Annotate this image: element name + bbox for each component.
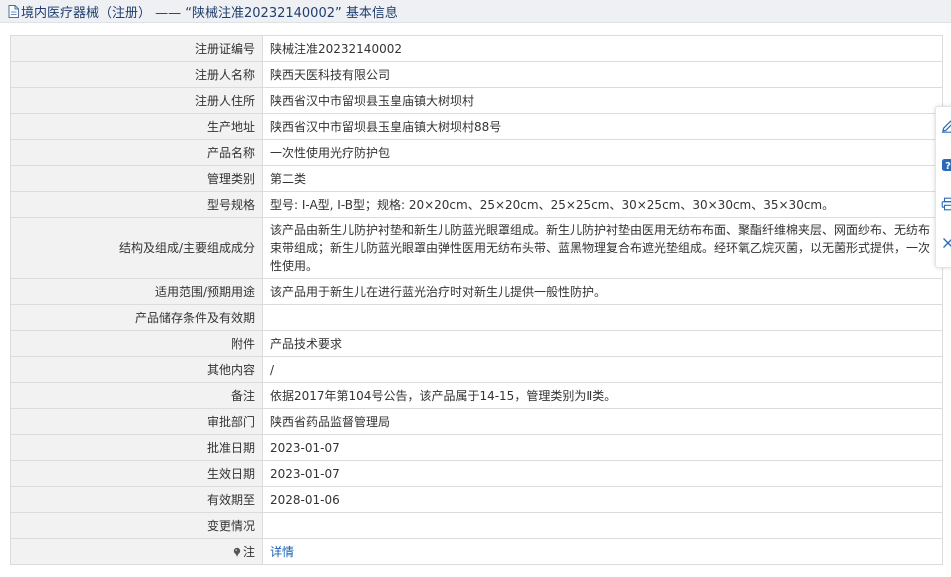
row-value-management-category: 第二类	[262, 165, 943, 192]
row-label-registrant-address: 注册人住所	[10, 87, 263, 114]
row-value-attachment: 产品技术要求	[262, 330, 943, 357]
table-row: 备注 依据2017年第104号公告，该产品属于14-15，管理类别为Ⅱ类。	[10, 382, 943, 409]
svg-text:?: ?	[945, 161, 951, 172]
row-label-model-spec: 型号规格	[10, 191, 263, 218]
row-value-note: 详情	[262, 538, 943, 565]
table-row: 其他内容 /	[10, 356, 943, 383]
table-row: 变更情况	[10, 512, 943, 539]
row-value-registrant-address: 陕西省汉中市留坝县玉皇庙镇大树坝村	[262, 87, 943, 114]
row-value-storage-validity	[262, 304, 943, 331]
row-value-production-address: 陕西省汉中市留坝县玉皇庙镇大树坝村88号	[262, 113, 943, 140]
row-value-effective-date: 2023-01-07	[262, 460, 943, 487]
edit-icon[interactable]	[941, 119, 951, 133]
row-value-registrant-name: 陕西天医科技有限公司	[262, 61, 943, 88]
row-label-change-history: 变更情况	[10, 512, 263, 539]
table-row: 产品储存条件及有效期	[10, 304, 943, 331]
table-row: 产品名称 一次性使用光疗防护包	[10, 139, 943, 166]
table-row: 注册人名称 陕西天医科技有限公司	[10, 61, 943, 88]
details-link[interactable]: 详情	[270, 545, 294, 559]
page-title: 境内医疗器械（注册） —— “陕械注准20232140002” 基本信息	[21, 5, 398, 21]
row-label-production-address: 生产地址	[10, 113, 263, 140]
row-label-approval-date: 批准日期	[10, 434, 263, 461]
table-row: 批准日期 2023-01-07	[10, 434, 943, 461]
help-icon[interactable]: ?	[941, 158, 951, 172]
table-row: 型号规格 型号: Ⅰ-A型, Ⅰ-B型；规格: 20×20cm、25×20cm、…	[10, 191, 943, 218]
document-icon	[8, 4, 19, 18]
row-value-change-history	[262, 512, 943, 539]
note-label: 注	[242, 544, 255, 559]
row-value-intended-use: 该产品用于新生儿在进行蓝光治疗时对新生儿提供一般性防护。	[262, 278, 943, 305]
row-label-note: 注	[10, 538, 263, 565]
row-label-storage-validity: 产品储存条件及有效期	[10, 304, 263, 331]
table-row: 注 详情	[10, 538, 943, 565]
table-row: 附件 产品技术要求	[10, 330, 943, 357]
table-row: 有效期至 2028-01-06	[10, 486, 943, 513]
row-label-effective-date: 生效日期	[10, 460, 263, 487]
row-label-product-name: 产品名称	[10, 139, 263, 166]
row-value-model-spec: 型号: Ⅰ-A型, Ⅰ-B型；规格: 20×20cm、25×20cm、25×25…	[262, 191, 943, 218]
table-row: 结构及组成/主要组成成分 该产品由新生儿防护衬垫和新生儿防蓝光眼罩组成。新生儿防…	[10, 217, 943, 279]
page-header: 境内医疗器械（注册） —— “陕械注准20232140002” 基本信息	[0, 0, 951, 23]
row-value-structure-composition: 该产品由新生儿防护衬垫和新生儿防蓝光眼罩组成。新生儿防护衬垫由医用无纺布布面、聚…	[262, 217, 943, 279]
table-row: 审批部门 陕西省药品监督管理局	[10, 408, 943, 435]
row-value-remarks: 依据2017年第104号公告，该产品属于14-15，管理类别为Ⅱ类。	[262, 382, 943, 409]
row-label-management-category: 管理类别	[10, 165, 263, 192]
close-icon[interactable]	[941, 236, 951, 250]
row-label-registrant-name: 注册人名称	[10, 61, 263, 88]
row-value-product-name: 一次性使用光疗防护包	[262, 139, 943, 166]
side-toolbar: ?	[935, 106, 951, 268]
row-value-approval-date: 2023-01-07	[262, 434, 943, 461]
table-row: 生产地址 陕西省汉中市留坝县玉皇庙镇大树坝村88号	[10, 113, 943, 140]
row-value-other-content: /	[262, 356, 943, 383]
row-label-attachment: 附件	[10, 330, 263, 357]
table-row: 管理类别 第二类	[10, 165, 943, 192]
table-row: 适用范围/预期用途 该产品用于新生儿在进行蓝光治疗时对新生儿提供一般性防护。	[10, 278, 943, 305]
row-label-registration-number: 注册证编号	[10, 35, 263, 62]
table-row: 注册证编号 陕械注准20232140002	[10, 35, 943, 62]
print-icon[interactable]	[941, 197, 951, 211]
table-row: 注册人住所 陕西省汉中市留坝县玉皇庙镇大树坝村	[10, 87, 943, 114]
row-label-approval-department: 审批部门	[10, 408, 263, 435]
row-label-structure-composition: 结构及组成/主要组成成分	[10, 217, 263, 279]
row-value-valid-until: 2028-01-06	[262, 486, 943, 513]
table-row: 生效日期 2023-01-07	[10, 460, 943, 487]
registration-detail-table: 注册证编号 陕械注准20232140002 注册人名称 陕西天医科技有限公司 注…	[10, 35, 943, 565]
row-label-remarks: 备注	[10, 382, 263, 409]
row-label-intended-use: 适用范围/预期用途	[10, 278, 263, 305]
row-label-other-content: 其他内容	[10, 356, 263, 383]
row-value-approval-department: 陕西省药品监督管理局	[262, 408, 943, 435]
row-label-valid-until: 有效期至	[10, 486, 263, 513]
pin-icon	[233, 547, 241, 557]
row-value-registration-number: 陕械注准20232140002	[262, 35, 943, 62]
